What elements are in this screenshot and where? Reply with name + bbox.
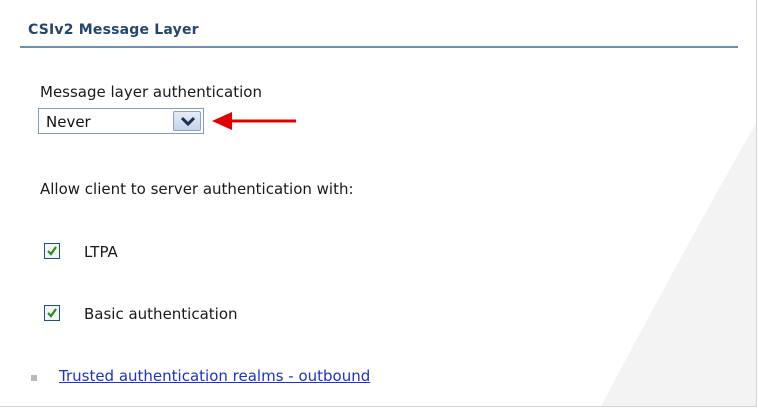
checkmark-icon (47, 308, 57, 318)
section-title: CSIv2 Message Layer (28, 22, 199, 38)
message-layer-auth-label: Message layer authentication (40, 83, 262, 101)
list-bullet-icon (31, 375, 37, 381)
ltpa-label: LTPA (84, 243, 118, 261)
section-header: CSIv2 Message Layer (20, 22, 738, 48)
message-layer-panel: CSIv2 Message Layer Message layer authen… (0, 0, 757, 407)
checkmark-icon (47, 246, 57, 256)
watermark-graphic (601, 123, 756, 406)
basic-auth-label: Basic authentication (84, 305, 238, 323)
basic-auth-checkbox[interactable] (44, 305, 60, 321)
chevron-down-icon (181, 116, 195, 127)
select-value: Never (46, 113, 91, 131)
message-layer-auth-select[interactable]: Never (38, 108, 204, 134)
trusted-realms-outbound-link[interactable]: Trusted authentication realms - outbound (59, 367, 370, 385)
annotation-arrow-icon (212, 112, 296, 130)
dropdown-button[interactable] (173, 111, 201, 131)
ltpa-checkbox[interactable] (44, 243, 60, 259)
client-auth-label: Allow client to server authentication wi… (40, 180, 354, 198)
